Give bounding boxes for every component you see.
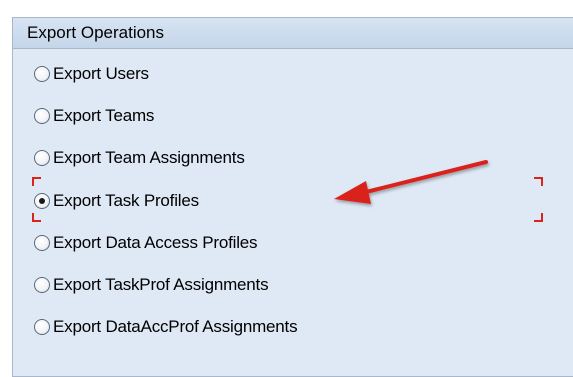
red-arrow-icon	[334, 160, 488, 204]
